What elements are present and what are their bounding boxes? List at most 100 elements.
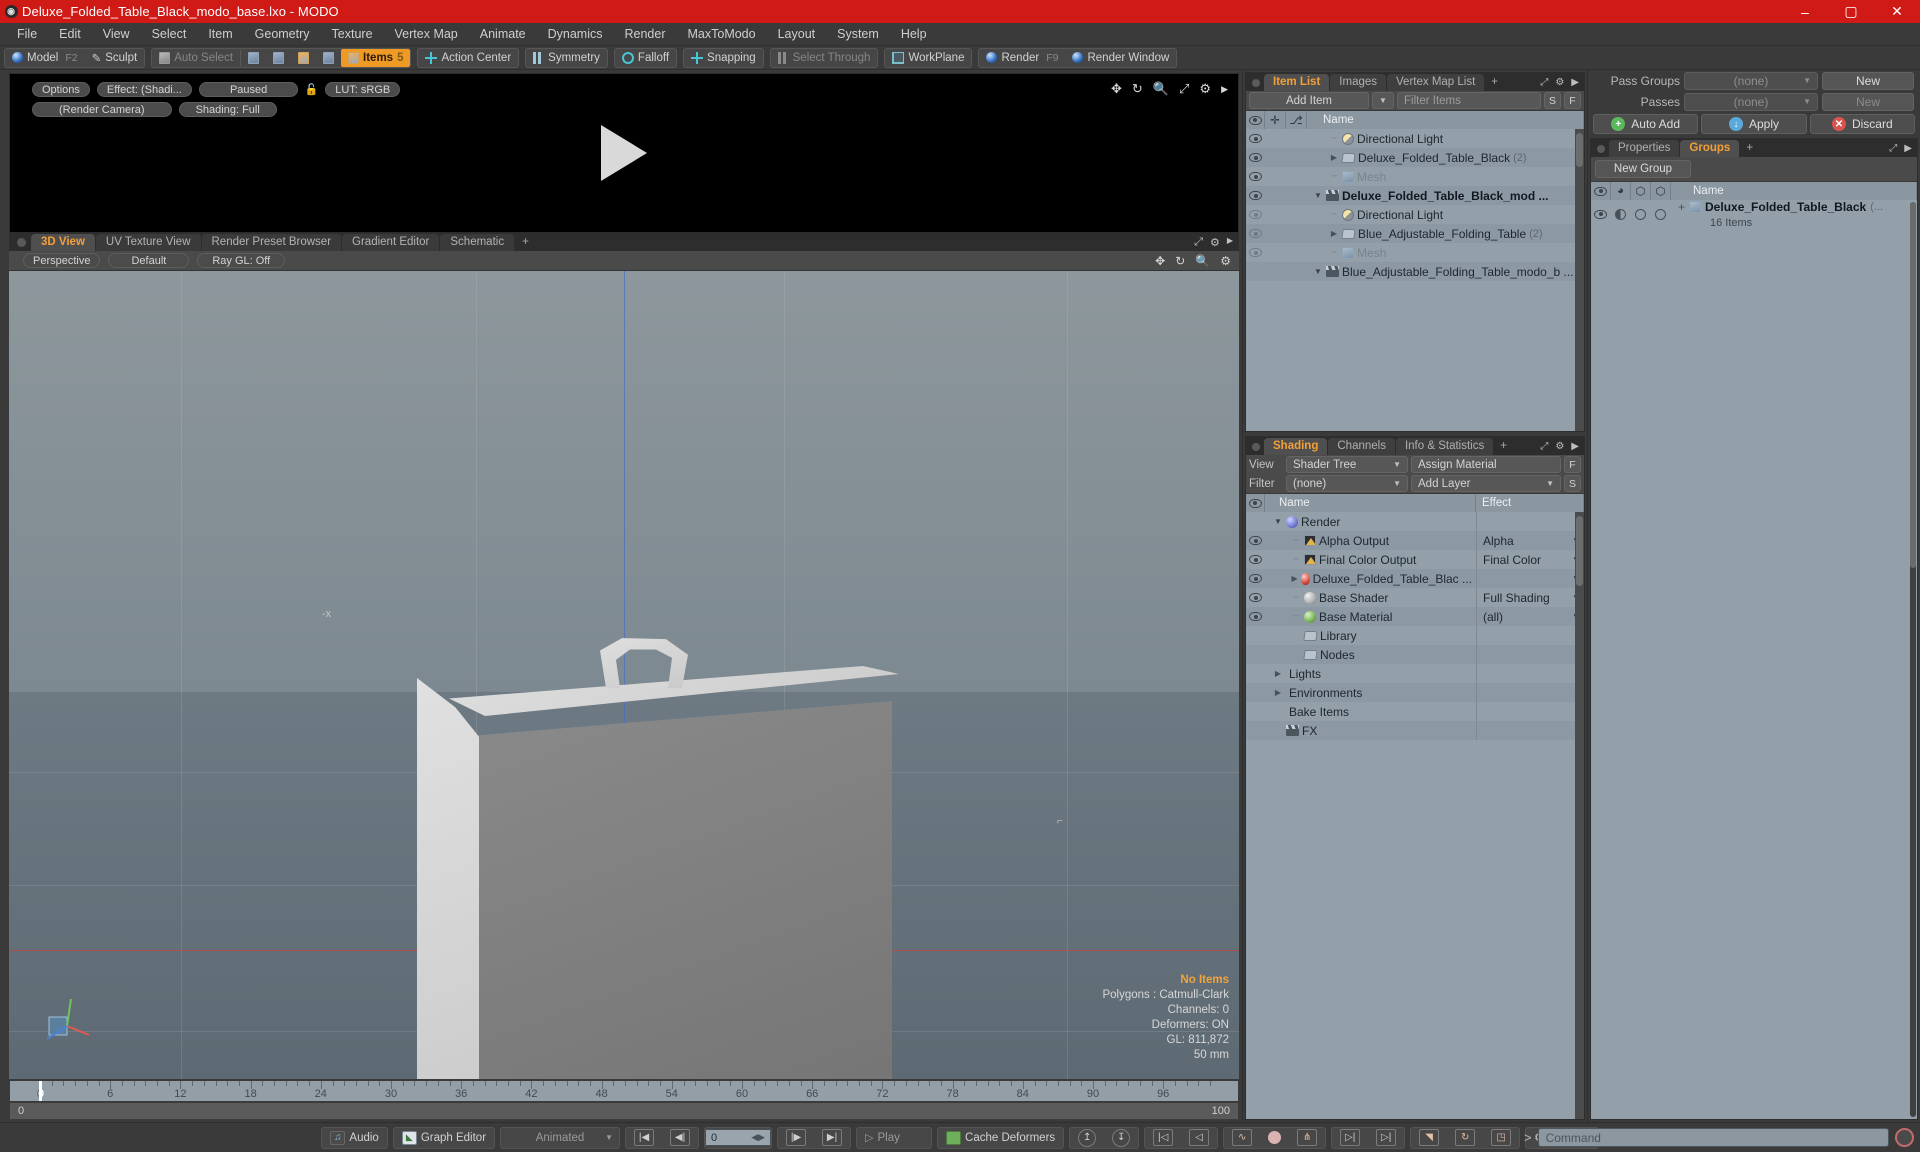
tab-vertex-map-list[interactable]: Vertex Map List <box>1387 74 1485 91</box>
tab-gradient-editor[interactable]: Gradient Editor <box>342 234 440 251</box>
next-key-last-button[interactable]: ▷| <box>1368 1128 1404 1148</box>
new-group-button[interactable]: New Group <box>1595 160 1691 178</box>
prev-key-button[interactable]: ◁ <box>1181 1128 1217 1148</box>
shading-tree-row[interactable]: ▶ Deluxe_Folded_Table_Blac ... ▼ <box>1246 569 1584 588</box>
key-down-button[interactable]: ↧ <box>1104 1128 1138 1148</box>
menu-select[interactable]: Select <box>141 23 198 46</box>
shading-scrollbar[interactable] <box>1575 512 1584 1119</box>
auto-add-button[interactable]: + Auto Add <box>1593 114 1699 134</box>
viewport-perspective-button[interactable]: Perspective <box>23 253 101 268</box>
prev-key-first-button[interactable]: |◁ <box>1145 1128 1181 1148</box>
edge-mode-button[interactable] <box>266 49 291 67</box>
pan-icon[interactable]: ✥ <box>1111 81 1122 97</box>
lock-icon[interactable]: 🔓 <box>305 82 319 97</box>
menu-geometry[interactable]: Geometry <box>244 23 321 46</box>
filter-f-button[interactable]: F <box>1564 92 1581 109</box>
menu-help[interactable]: Help <box>890 23 938 46</box>
shading-f-button[interactable]: F <box>1564 456 1581 473</box>
timeline-range-bar[interactable]: 0 100 <box>9 1102 1239 1120</box>
expand-arrow-closed-icon[interactable]: ▶ <box>1329 153 1339 162</box>
command-record-button[interactable] <box>1895 1128 1914 1147</box>
snapping-button[interactable]: Snapping <box>684 49 763 67</box>
3d-viewport-canvas[interactable]: ✕ ⌐ -x No Items Polygons : Catmull-Clark… <box>9 271 1239 1079</box>
chevron-right-icon[interactable]: ▶ <box>1221 84 1228 95</box>
shading-tree-row[interactable]: ┄ Alpha Output Alpha▼ <box>1246 531 1584 550</box>
panel-menu-dot-icon[interactable] <box>1597 145 1605 153</box>
item-list-row[interactable]: ▶ Blue_Adjustable_Folding_Table (2) <box>1246 224 1584 243</box>
item-list-rows[interactable]: ┄ Directional Light ▶ Deluxe_Folded_Table_B… <box>1246 129 1584 431</box>
visibility-toggle[interactable] <box>1246 172 1265 181</box>
step-back-button[interactable]: ◀| <box>662 1128 698 1148</box>
tab-groups[interactable]: Groups <box>1680 140 1740 157</box>
add-item-button[interactable]: Add Item <box>1249 92 1369 109</box>
passes-new-button[interactable]: New <box>1822 92 1914 111</box>
tab-schematic[interactable]: Schematic <box>440 234 515 251</box>
preview-lut-button[interactable]: LUT: sRGB <box>325 82 401 97</box>
visibility-toggle[interactable] <box>1246 612 1265 621</box>
render-window-button[interactable]: Render Window <box>1065 49 1176 67</box>
shading-tree-row[interactable]: FX <box>1246 721 1584 740</box>
falloff-button[interactable]: Falloff <box>615 49 676 67</box>
maximize-panel-icon[interactable]: ⤢ <box>1889 143 1897 154</box>
gear-icon[interactable]: ⚙ <box>1210 236 1220 249</box>
pan-icon[interactable]: ✥ <box>1155 254 1165 268</box>
menu-layout[interactable]: Layout <box>767 23 827 46</box>
shape-a-toggle[interactable] <box>1630 208 1650 220</box>
menu-dynamics[interactable]: Dynamics <box>537 23 614 46</box>
render-toggle[interactable] <box>1610 208 1630 220</box>
action-center-button[interactable]: Action Center <box>418 49 518 67</box>
fit-icon[interactable]: ⤢ <box>1179 81 1189 97</box>
add-tab-button[interactable]: + <box>1740 140 1759 157</box>
viewport-raygl-button[interactable]: Ray GL: Off <box>197 253 286 268</box>
step-forward-button[interactable]: |▶ <box>778 1128 814 1148</box>
menu-file[interactable]: File <box>6 23 48 46</box>
chevron-right-icon[interactable]: ▶ <box>1227 236 1233 249</box>
select-through-button[interactable]: Select Through <box>771 49 878 67</box>
expand-arrow-closed-icon[interactable]: ▶ <box>1329 229 1339 238</box>
tab-render-preset-browser[interactable]: Render Preset Browser <box>201 234 342 251</box>
go-to-end-button[interactable]: ▶| <box>814 1128 850 1148</box>
effect-dropdown[interactable]: Full Shading▼ <box>1476 588 1584 607</box>
assign-material-button[interactable]: Assign Material <box>1411 456 1561 473</box>
pass-groups-dropdown[interactable]: (none) ▼ <box>1684 71 1818 90</box>
groups-list-rows[interactable]: + Deluxe_Folded_Table_Black (... 16 Items <box>1591 200 1917 1119</box>
folded-table-mesh[interactable] <box>409 606 909 1079</box>
effect-dropdown[interactable]: Alpha▼ <box>1476 531 1584 550</box>
panel-menu-dot-icon[interactable] <box>1252 79 1260 87</box>
add-tab-button[interactable]: + <box>1485 74 1504 91</box>
preview-camera-button[interactable]: (Render Camera) <box>32 102 172 117</box>
expand-arrow-open-icon[interactable]: ▼ <box>1273 517 1283 526</box>
polygon-mode-button[interactable] <box>291 49 316 67</box>
panel-menu-dot-icon[interactable] <box>1252 443 1260 451</box>
menu-view[interactable]: View <box>92 23 141 46</box>
effect-dropdown[interactable]: (all)▼ <box>1476 607 1584 626</box>
maximize-panel-icon[interactable]: ⤢ <box>1540 441 1548 452</box>
menu-render[interactable]: Render <box>614 23 677 46</box>
play-overlay-icon[interactable] <box>601 125 647 181</box>
shading-s-button[interactable]: S <box>1564 475 1581 492</box>
item-list-row[interactable]: ▼ Deluxe_Folded_Table_Black_mod ... <box>1246 186 1584 205</box>
preview-shading-button[interactable]: Shading: Full <box>178 102 277 117</box>
expand-arrow-open-icon[interactable]: ▼ <box>1313 267 1323 276</box>
render-button[interactable]: Render F9 <box>979 49 1065 67</box>
menu-edit[interactable]: Edit <box>48 23 92 46</box>
menu-animate[interactable]: Animate <box>469 23 537 46</box>
preview-options-button[interactable]: Options <box>32 82 90 97</box>
viewport-default-button[interactable]: Default <box>108 253 190 268</box>
tab-images[interactable]: Images <box>1330 74 1387 91</box>
expand-plus-icon[interactable]: + <box>1678 200 1685 214</box>
current-frame-input[interactable]: 0 ◀▶ <box>705 1129 772 1146</box>
audio-button[interactable]: ♫ Audio <box>322 1128 386 1148</box>
play-button[interactable]: ▷ Play <box>857 1128 931 1148</box>
groups-scrollbar[interactable] <box>1910 202 1916 1117</box>
pass-groups-new-button[interactable]: New <box>1822 71 1914 90</box>
visibility-toggle[interactable] <box>1246 153 1265 162</box>
passes-dropdown[interactable]: (none) ▼ <box>1684 92 1818 111</box>
tab-shading[interactable]: Shading <box>1264 438 1328 455</box>
visibility-toggle[interactable] <box>1246 210 1265 219</box>
command-input[interactable]: Command <box>1537 1128 1889 1147</box>
minimize-button[interactable]: – <box>1782 0 1828 23</box>
gear-icon[interactable]: ⚙ <box>1555 77 1564 88</box>
visibility-toggle[interactable] <box>1246 593 1265 602</box>
filter-items-input[interactable]: Filter Items <box>1397 92 1541 109</box>
